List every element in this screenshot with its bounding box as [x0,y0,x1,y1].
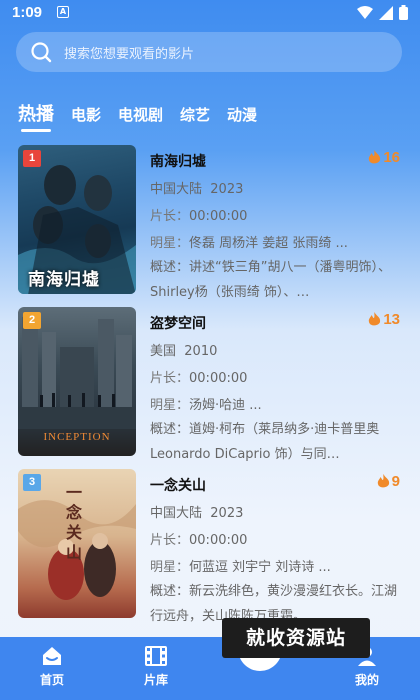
stars-row: 明星：佟磊 周杨洋 姜超 张雨绮 ... [150,232,348,251]
list-item[interactable]: INCEPTION 2 盗梦空间 13 美国 2010 片长：00:00:00 … [18,307,404,462]
tab-anime[interactable]: 动漫 [227,105,257,125]
fire-icon [369,150,381,164]
poster-image[interactable]: 南海归墟 1 [18,145,136,294]
status-bar: 1:09 A [0,0,420,26]
desc-label: 概述： [150,584,190,599]
tab-tv-series[interactable]: 电视剧 [118,105,163,125]
heat-count: 16 [368,149,400,166]
region-year: 中国大陆 2023 [150,178,243,197]
item-title[interactable]: 一念关山 [150,475,206,495]
heat-count: 9 [377,473,400,490]
duration-row: 片长：00:00:00 [150,367,247,386]
stars: 汤姆·哈迪 ... [189,398,262,413]
status-time: 1:09 [12,4,43,21]
heat-value: 13 [383,311,400,328]
item-title[interactable]: 南海归墟 [150,151,206,171]
nav-home-label: 首页 [39,673,64,687]
rank-badge: 3 [23,474,41,491]
category-tabs: 热播 电影 电视剧 综艺 动漫 [18,95,274,132]
desc-label: 概述： [150,422,190,437]
wifi-icon [357,5,373,19]
signal-icon [379,5,393,20]
film-icon [145,646,167,666]
region: 中国大陆 [150,182,203,197]
duration-label: 片长： [150,371,190,386]
watermark-label: 就收资源站 [222,618,370,658]
nav-library[interactable]: 片库 [126,645,186,688]
poster-image[interactable]: INCEPTION 2 [18,307,136,456]
list-item[interactable]: 南海归墟 1 南海归墟 16 中国大陆 2023 片长：00:00:00 明星：… [18,145,404,300]
year: 2023 [210,182,244,197]
item-title[interactable]: 盗梦空间 [150,313,206,333]
description: 概述：讲述“铁三角”胡八一（潘粤明饰）、Shirley杨（张雨绮 饰）、… [150,255,406,305]
poster-image[interactable]: 一念关山 3 [18,469,136,618]
nav-profile-label: 我的 [354,673,379,687]
search-icon [31,42,52,63]
poster-title-art: 一念关山 [66,483,83,562]
rank-badge: 2 [23,312,41,329]
fire-icon [377,474,389,488]
rank-badge: 1 [23,150,41,167]
tab-hot[interactable]: 热播 [18,105,54,132]
poster-title-art: 南海归墟 [28,270,100,290]
stars-label: 明星： [150,236,190,251]
duration-row: 片长：00:00:00 [150,529,247,548]
tab-variety[interactable]: 综艺 [180,105,210,125]
year: 2010 [184,344,218,359]
stars: 何蓝逗 刘宇宁 刘诗诗 ... [189,560,331,575]
region: 中国大陆 [150,506,203,521]
list-item[interactable]: 一念关山 3 一念关山 9 中国大陆 2023 片长：00:00:00 明星：何… [18,469,404,624]
status-icons [357,5,408,20]
stars: 佟磊 周杨洋 姜超 张雨绮 ... [189,236,348,251]
nav-home[interactable]: 首页 [22,645,82,688]
region-year: 中国大陆 2023 [150,502,243,521]
duration-label: 片长： [150,533,190,548]
notification-icon: A [57,6,69,18]
region-year: 美国 2010 [150,340,217,359]
heat-count: 13 [368,311,400,328]
stars-label: 明星： [150,398,190,413]
duration: 00:00:00 [189,533,248,548]
year: 2023 [210,506,244,521]
heat-value: 16 [383,149,400,166]
region: 美国 [150,344,177,359]
stars-label: 明星： [150,560,190,575]
description: 概述：道姆·柯布（莱昂纳多·迪卡普里奥 Leonardo DiCaprio 饰）… [150,417,406,467]
nav-library-label: 片库 [143,673,168,687]
stars-row: 明星：汤姆·哈迪 ... [150,394,262,413]
poster-title-art: INCEPTION [43,431,111,443]
duration: 00:00:00 [189,209,248,224]
desc-label: 概述： [150,260,190,275]
fire-icon [369,312,381,326]
battery-icon [399,5,408,20]
search-input[interactable]: 搜索您想要观看的影片 [64,43,194,62]
stars-row: 明星：何蓝逗 刘宇宁 刘诗诗 ... [150,556,331,575]
search-bar[interactable]: 搜索您想要观看的影片 [16,32,402,72]
tab-movies[interactable]: 电影 [71,105,101,125]
duration-label: 片长： [150,209,190,224]
home-icon [43,647,61,665]
heat-value: 9 [391,473,400,490]
duration: 00:00:00 [189,371,248,386]
duration-row: 片长：00:00:00 [150,205,247,224]
